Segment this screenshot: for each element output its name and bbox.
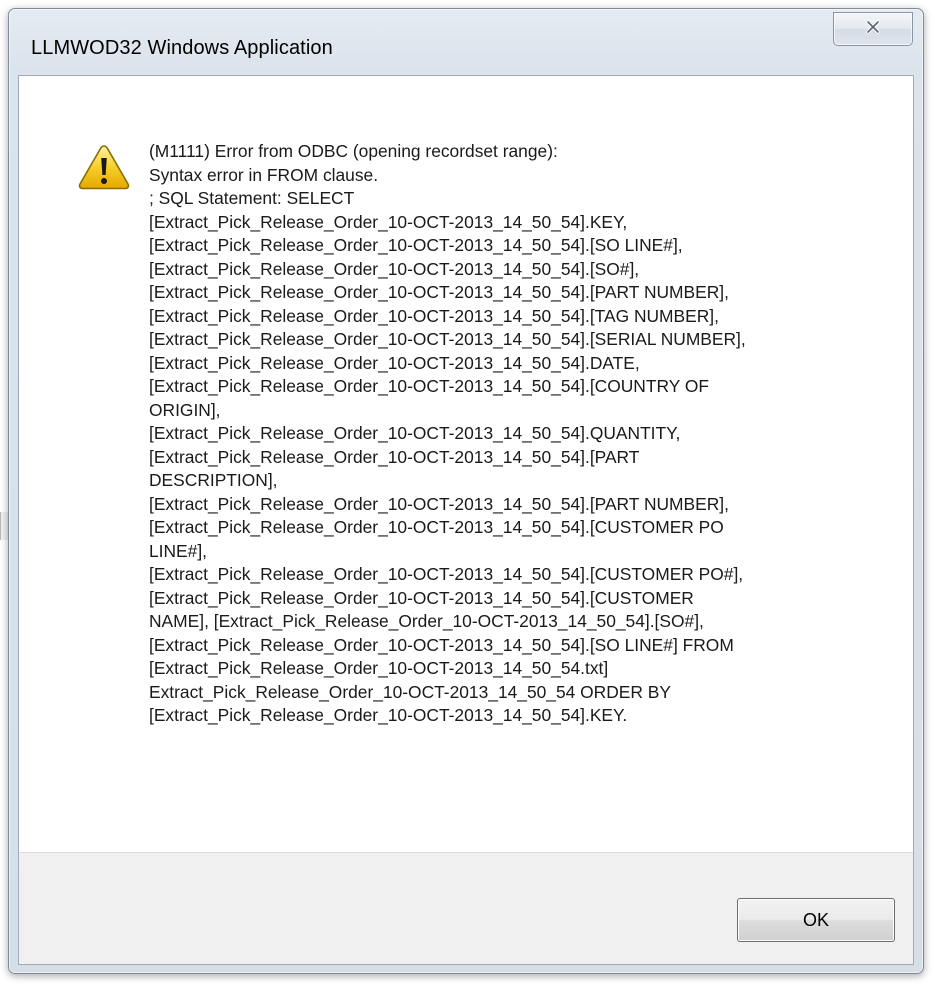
- warning-icon: [78, 145, 130, 190]
- ok-button[interactable]: OK: [737, 898, 895, 942]
- message-area: (M1111) Error from ODBC (opening records…: [19, 76, 913, 852]
- window-title: LLMWOD32 Windows Application: [31, 37, 333, 59]
- button-bar: OK: [19, 852, 913, 964]
- error-dialog: LLMWOD32 Windows Application (M1111) Err…: [8, 8, 924, 974]
- error-message-text: (M1111) Error from ODBC (opening records…: [149, 141, 746, 725]
- title-bar[interactable]: LLMWOD32 Windows Application: [9, 9, 923, 75]
- close-icon: [866, 20, 880, 34]
- dialog-client-area: (M1111) Error from ODBC (opening records…: [18, 75, 914, 965]
- close-button[interactable]: [833, 12, 913, 46]
- screen: LLMWOD32 Windows Application (M1111) Err…: [0, 0, 934, 985]
